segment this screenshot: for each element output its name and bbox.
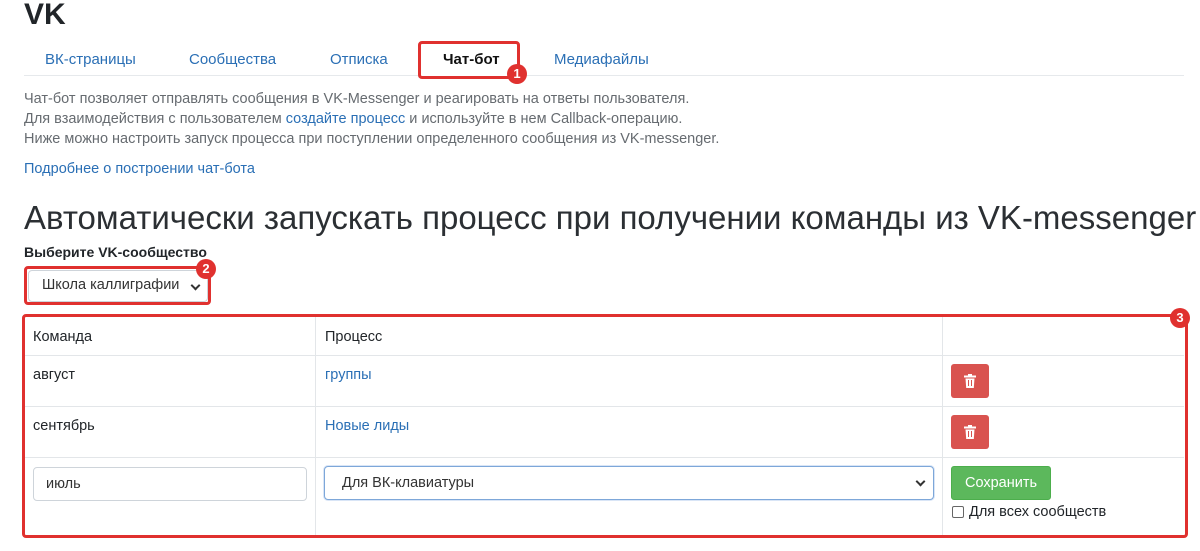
annotation-badge-3: 3 <box>1170 308 1190 328</box>
chevron-down-icon <box>190 280 201 291</box>
process-select-value: Для ВК-клавиатуры <box>342 475 475 491</box>
tab-communities[interactable]: Сообщества <box>189 50 276 70</box>
table-header-process: Процесс <box>316 316 943 356</box>
chevron-down-icon <box>915 476 926 487</box>
tab-chatbot[interactable]: Чат-бот <box>443 50 500 70</box>
save-button[interactable]: Сохранить <box>951 466 1051 500</box>
description-line-1: Чат-бот позволяет отправлять сообщения в… <box>24 91 690 107</box>
all-communities-label: Для всех сообществ <box>969 504 1107 520</box>
process-select[interactable]: Для ВК-клавиатуры <box>324 466 934 500</box>
new-row-command-cell: июль <box>24 458 316 536</box>
create-process-link[interactable]: создайте процесс <box>286 111 406 127</box>
new-row-process-cell: Для ВК-клавиатуры <box>316 458 943 536</box>
table-row: Новые лиды <box>316 407 943 458</box>
table-header-actions <box>943 316 1184 356</box>
new-row-actions-cell: Сохранить Для всех сообществ <box>943 458 1184 536</box>
annotation-badge-1: 1 <box>507 64 527 84</box>
row-command: сентябрь <box>33 418 95 434</box>
annotation-badge-2: 2 <box>196 259 216 279</box>
command-input[interactable]: июль <box>33 467 307 501</box>
table-row: август <box>24 356 316 407</box>
tab-unsubscribe[interactable]: Отписка <box>330 50 388 70</box>
row-process-link[interactable]: Новые лиды <box>325 418 409 434</box>
description-line-3: Ниже можно настроить запуск процесса при… <box>24 131 720 147</box>
table-row: сентябрь <box>24 407 316 458</box>
community-select-value: Школа каллиграфии <box>42 277 180 293</box>
all-communities-option: Для всех сообществ <box>952 504 1106 520</box>
description-line-2: Для взаимодействия с пользователем созда… <box>24 111 683 127</box>
section-heading: Автоматически запускать процесс при полу… <box>24 199 1197 236</box>
table-row <box>943 356 1184 407</box>
tab-media[interactable]: Медиафайлы <box>554 50 649 70</box>
delete-button[interactable] <box>951 415 989 449</box>
community-select[interactable]: Школа каллиграфии <box>28 270 208 302</box>
trash-icon <box>964 425 976 439</box>
command-table: Команда Процесс август группы сентябрь Н… <box>24 316 1184 536</box>
tab-bar: ВК-страницы Сообщества Отписка Чат-бот М… <box>24 42 1184 78</box>
trash-icon <box>964 374 976 388</box>
table-header-command: Команда <box>24 316 316 356</box>
description: Чат-бот позволяет отправлять сообщения в… <box>24 89 719 149</box>
row-process-link[interactable]: группы <box>325 367 372 383</box>
all-communities-checkbox[interactable] <box>952 506 964 518</box>
table-row <box>943 407 1184 458</box>
page-title: VK <box>24 0 66 31</box>
row-command: август <box>33 367 76 383</box>
community-select-label: Выберите VK-сообщество <box>24 244 207 260</box>
table-row: группы <box>316 356 943 407</box>
tab-vk-pages[interactable]: ВК-страницы <box>45 50 136 70</box>
chatbot-guide-link[interactable]: Подробнее о построении чат-бота <box>24 159 255 179</box>
delete-button[interactable] <box>951 364 989 398</box>
